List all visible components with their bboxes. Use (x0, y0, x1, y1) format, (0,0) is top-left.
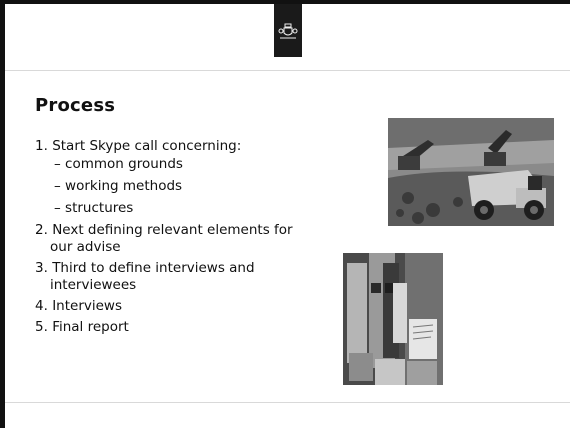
item-text: Interviews (52, 298, 122, 314)
list-item: 5. Final report (35, 319, 295, 336)
item-text: Next defining relevant elements for our … (50, 222, 293, 255)
item-number: 4. (35, 298, 48, 314)
item-number: 5. (35, 319, 48, 335)
coffee-cups-photo (343, 253, 443, 385)
construction-site-photo (388, 118, 554, 226)
list-item: 1. Start Skype call concerning: – common… (35, 138, 295, 218)
item-number: 1. (35, 138, 48, 154)
sub-list-item: – common grounds (54, 156, 183, 172)
item-number: 2. (35, 222, 48, 238)
item-text: Third to define interviews and interview… (50, 260, 255, 293)
item-text: Start Skype call concerning: (52, 138, 242, 154)
sub-list-item: – structures (54, 200, 134, 216)
sub-list: – common grounds – working methods – str… (35, 155, 295, 218)
header-divider (5, 70, 570, 71)
coat-of-arms-logo (274, 4, 302, 57)
list-item: 2. Next defining relevant elements for o… (35, 222, 295, 256)
footer-divider (5, 402, 570, 403)
item-text: Final report (52, 319, 129, 335)
list-item: 3. Third to define interviews and interv… (35, 260, 295, 294)
sub-list-item: – working methods (54, 178, 183, 194)
dash-bullet: – (54, 156, 61, 172)
process-list: 1. Start Skype call concerning: – common… (35, 138, 295, 340)
dash-bullet: – (54, 200, 61, 216)
crest-icon (278, 23, 298, 38)
list-item: 4. Interviews (35, 298, 295, 315)
item-number: 3. (35, 260, 48, 276)
slide-title: Process (35, 95, 116, 116)
dash-bullet: – (54, 178, 61, 194)
left-frame-bar (0, 0, 5, 428)
